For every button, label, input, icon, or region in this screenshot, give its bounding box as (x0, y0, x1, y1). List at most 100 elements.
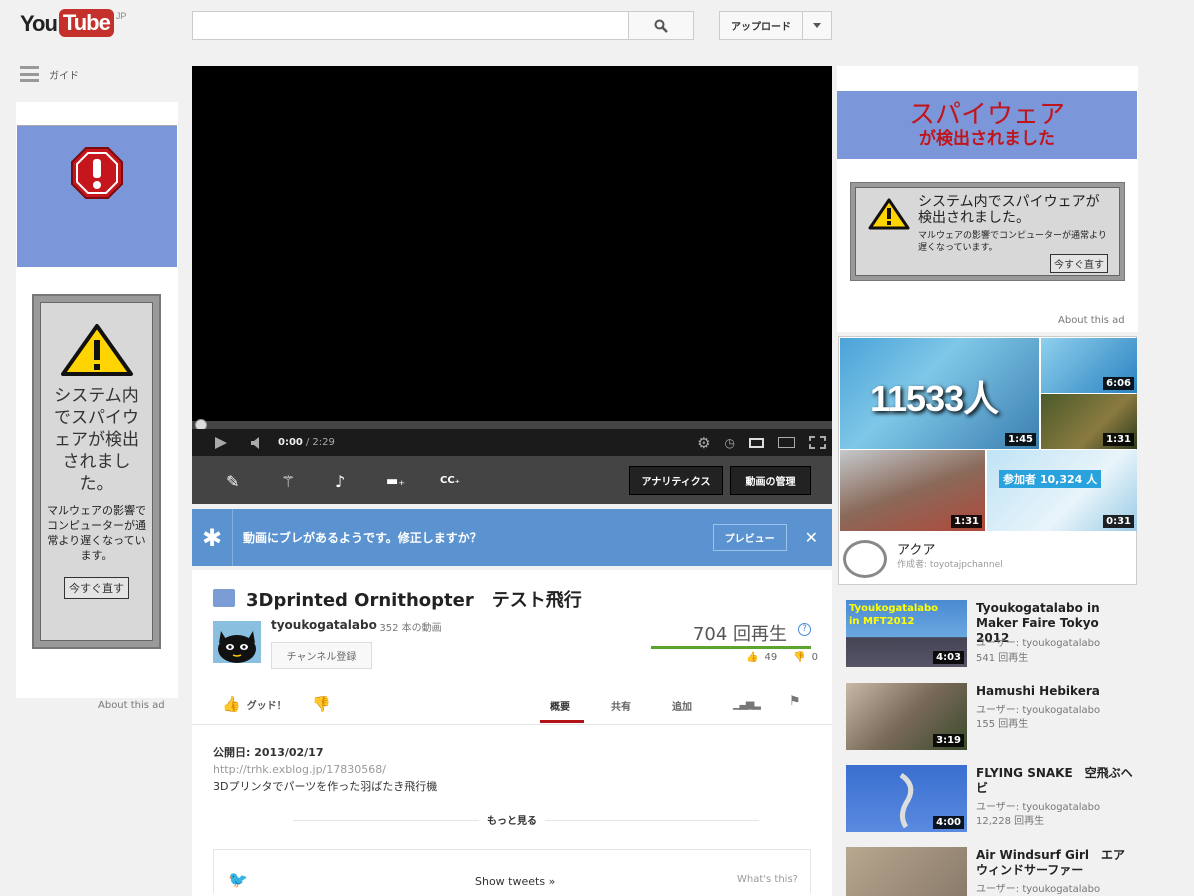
related-user[interactable]: ユーザー: tyoukogatalabo (976, 798, 1100, 813)
thumbs-down-small-icon: 👎 (793, 652, 806, 663)
duration-badge: 4:00 (933, 816, 964, 829)
warning-triangle-icon (868, 198, 910, 230)
search-input[interactable] (192, 11, 629, 40)
stop-warning-icon (71, 147, 123, 199)
description-link[interactable]: http://trhk.exblog.jp/17830568/ (213, 761, 437, 778)
view-count: 704 回再生 (692, 624, 787, 645)
tab-add-to[interactable]: 追加 (672, 698, 692, 713)
video-title: 3Dprinted Ornithopter テスト飛行 (246, 590, 582, 611)
description-text: 3Dプリンタでパーツを作った羽ばたき飛行機 (213, 780, 438, 793)
play-icon[interactable] (214, 436, 228, 450)
guide-label: ガイド (49, 70, 79, 82)
whats-this-link[interactable]: What's this? (737, 874, 798, 885)
left-ad-warning-panel[interactable]: システム内でスパイウェアが検出されました。 マルウェアの影響でコンピューターが通… (32, 294, 161, 649)
warning-triangle-icon (60, 324, 133, 376)
related-user[interactable]: ユーザー: tyoukogatalabo (976, 701, 1100, 716)
large-player-icon[interactable] (778, 437, 795, 448)
duration-badge: 3:19 (933, 734, 964, 747)
fullscreen-icon[interactable] (809, 436, 826, 449)
twitter-bird-icon: 🐦 (228, 870, 248, 889)
related-user[interactable]: ユーザー: tyoukogatalabo (976, 634, 1100, 649)
preview-button[interactable]: プレビュー (712, 524, 787, 551)
featured-channel-by[interactable]: 作成者: toyotajpchannel (897, 557, 1003, 570)
settings-gear-icon[interactable]: ⚙ (697, 434, 710, 452)
edit-pencil-icon[interactable]: ✎ (226, 472, 239, 491)
youtube-logo[interactable]: You Tube JP (20, 9, 126, 39)
like-button[interactable]: 👍 グッド！ (222, 695, 287, 713)
upload-button[interactable]: アップロード (719, 11, 803, 40)
featured-thumb-main[interactable]: 11533人 1:45 (840, 338, 1039, 449)
right-ad-banner[interactable]: スパイウェア が検出されました (837, 91, 1137, 159)
right-ad-subheadline: が検出されました (919, 129, 1055, 149)
analytics-button[interactable]: アナリティクス (629, 466, 723, 495)
total-time: / 2:29 (305, 437, 335, 448)
audio-note-icon[interactable]: ♪ (335, 472, 345, 491)
thumbs-up-icon: 👍 (222, 695, 241, 713)
video-manager-button[interactable]: 動画の管理 (730, 466, 811, 495)
related-thumb-1[interactable]: Tyoukogatalabo in MFT2012 4:03 (846, 600, 967, 667)
thumbs-up-small-icon: 👍 (746, 652, 759, 663)
featured-thumb-4[interactable]: 1:31 (840, 450, 985, 531)
featured-thumb-5[interactable]: 参加者 10,324 人 0:31 (987, 450, 1137, 531)
duration-badge: 0:31 (1103, 515, 1134, 528)
right-ad-fix-button[interactable]: 今すぐ直す (1050, 254, 1108, 273)
duration-badge: 1:31 (951, 515, 982, 528)
dislike-count: 0 (811, 652, 819, 663)
related-thumb-3[interactable]: 4:00 (846, 765, 967, 832)
related-views: 541 回再生 (976, 653, 1029, 664)
featured-channel-title[interactable]: アクア (897, 539, 935, 558)
search-button[interactable] (628, 11, 694, 40)
related-title[interactable]: Air Windsurf Girl エアウィンドサーファー (976, 848, 1136, 878)
participants-text: 参加者 10,324 人 (999, 470, 1102, 488)
related-thumb-text: Tyoukogatalabo in MFT2012 (849, 603, 939, 627)
related-thumb-4[interactable] (846, 847, 967, 896)
channel-video-count[interactable]: · 352 本の動画 (373, 619, 442, 634)
toyota-logo (843, 540, 887, 578)
featured-thumb-2[interactable]: 6:06 (1041, 338, 1137, 393)
right-ad-headline: スパイウェア (908, 100, 1065, 130)
featured-channel-module[interactable]: 11533人 1:45 6:06 1:31 1:31 参加者 10,324 人 … (838, 336, 1137, 585)
duration-badge: 1:31 (1103, 433, 1134, 446)
right-ad-popup-body: マルウェアの影響でコンピューターが通常より遅くなっています。 (918, 231, 1107, 253)
stats-icon[interactable]: ▁▃▅▂ (733, 697, 761, 710)
tab-about[interactable]: 概要 (550, 698, 570, 713)
help-icon[interactable]: ? (798, 623, 811, 636)
related-title[interactable]: FLYING SNAKE 空飛ぶヘビ (976, 766, 1136, 796)
like-count: 49 (764, 652, 778, 663)
channel-name-link[interactable]: tyoukogatalabo (271, 618, 377, 632)
star-icon: ✱ (202, 523, 223, 552)
video-description: 公開日: 2013/02/17 http://trhk.exblog.jp/17… (213, 744, 437, 795)
small-player-icon[interactable] (749, 437, 764, 448)
related-title[interactable]: Hamushi Hebikera (976, 684, 1136, 699)
tab-share[interactable]: 共有 (611, 698, 631, 713)
captions-cc-icon[interactable]: CC₊ (440, 475, 460, 486)
related-user[interactable]: ユーザー: tyoukogatalabo (976, 880, 1100, 895)
related-thumb-2[interactable]: 3:19 (846, 683, 967, 750)
video-player[interactable] (192, 66, 832, 456)
publish-date: 公開日: 2013/02/17 (213, 746, 324, 759)
dislike-button[interactable]: 👎 (312, 695, 331, 713)
left-ad-banner[interactable] (17, 125, 177, 267)
chevron-down-icon (813, 23, 821, 28)
watch-later-icon[interactable]: ◷ (725, 436, 735, 450)
right-ad-popup-title: システム内でスパイウェアが検出されました。 (918, 194, 1100, 226)
about-this-ad-link[interactable]: About this ad (98, 700, 165, 711)
annotations-icon[interactable]: ▬₊ (386, 474, 405, 489)
left-ad-warning-title: システム内でスパイウェアが検出されました。 (54, 386, 139, 494)
right-ad-popup[interactable]: システム内でスパイウェアが検出されました。 マルウェアの影響でコンピューターが通… (850, 182, 1125, 281)
guide-button[interactable]: ガイド (20, 66, 79, 82)
progress-bar[interactable] (192, 421, 832, 429)
subscribe-button[interactable]: チャンネル登録 (271, 642, 372, 669)
show-more-button[interactable]: もっと見る (479, 812, 545, 827)
flag-icon[interactable]: ⚑ (789, 694, 801, 709)
volume-icon[interactable] (250, 436, 264, 450)
upload-dropdown-button[interactable] (802, 11, 832, 40)
channel-avatar[interactable] (213, 621, 261, 663)
about-this-ad-link-right[interactable]: About this ad (1058, 315, 1125, 326)
featured-thumb-3[interactable]: 1:31 (1041, 394, 1137, 449)
close-icon[interactable]: ✕ (805, 528, 818, 547)
show-tweets-button[interactable]: Show tweets » (475, 875, 555, 888)
left-ad-fix-button[interactable]: 今すぐ直す (64, 577, 129, 599)
stabilize-suggestion-banner: ✱ 動画にブレがあるようです。修正しますか？ プレビュー ✕ (192, 509, 832, 566)
enhance-wand-icon[interactable]: ⚚ (281, 472, 295, 491)
